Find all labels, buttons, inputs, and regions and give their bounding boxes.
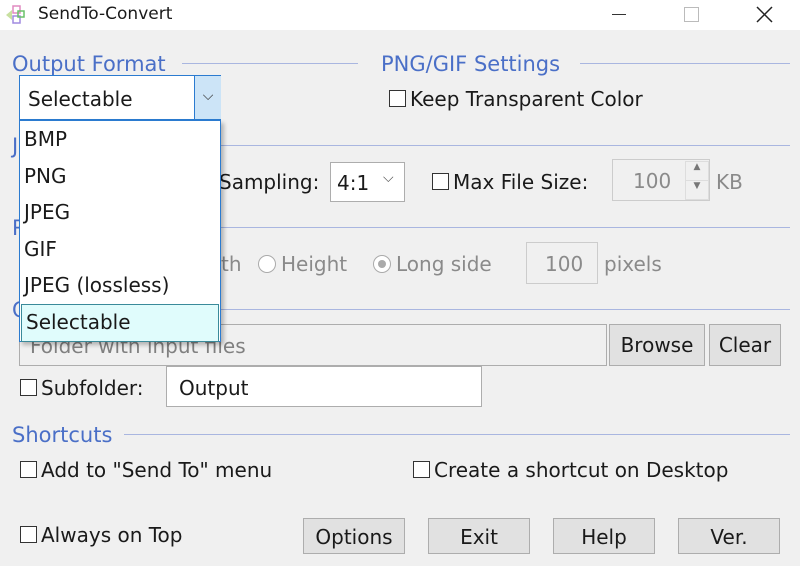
window-title: SendTo-Convert	[38, 4, 173, 24]
checkbox-label: Subfolder:	[41, 376, 144, 400]
divider	[220, 145, 790, 146]
option-selectable[interactable]: Selectable	[21, 303, 219, 342]
option-jpeg[interactable]: JPEG	[20, 194, 220, 231]
divider	[580, 63, 790, 64]
spinner-value: 100	[633, 169, 672, 193]
output-format-select[interactable]: Selectable ⌵	[19, 75, 221, 120]
divider	[220, 227, 790, 228]
checkbox-label: Create a shortcut on Desktop	[434, 458, 729, 482]
option-jpeg-lossless[interactable]: JPEG (lossless)	[20, 267, 220, 304]
options-button[interactable]: Options	[303, 518, 405, 554]
output-format-label: Output Format	[12, 52, 166, 76]
max-file-size-spinner: 100 ▲ ▼	[612, 159, 710, 201]
selected-value: Selectable	[28, 87, 133, 111]
sampling-value: 4:1	[337, 171, 370, 195]
browse-button[interactable]: Browse	[609, 324, 705, 366]
checkbox-icon[interactable]	[432, 173, 449, 190]
chevron-down-icon: ⌵	[383, 170, 394, 186]
kb-unit: KB	[716, 170, 743, 194]
option-gif[interactable]: GIF	[20, 231, 220, 268]
jpeg-group-label: J	[12, 134, 19, 158]
clear-button[interactable]: Clear	[709, 324, 781, 366]
minimize-icon[interactable]	[612, 14, 626, 15]
option-png[interactable]: PNG	[20, 158, 220, 195]
resize-value-input: 100	[526, 242, 598, 284]
radio-label: Height	[281, 252, 348, 276]
checkbox-icon[interactable]	[20, 461, 37, 478]
subfolder-input[interactable]: Output	[166, 366, 482, 407]
height-radio: Height	[258, 252, 347, 276]
chevron-down-icon[interactable]: ⌵	[194, 76, 221, 119]
help-button[interactable]: Help	[553, 518, 655, 554]
app-icon	[6, 5, 25, 24]
sampling-label: Sampling:	[219, 170, 320, 194]
checkbox-icon[interactable]	[389, 90, 406, 107]
divider	[124, 434, 790, 435]
option-bmp[interactable]: BMP	[20, 121, 220, 158]
resize-value: 100	[545, 252, 584, 276]
checkbox-label: Add to "Send To" menu	[41, 458, 273, 482]
keep-transparent-checkbox[interactable]: Keep Transparent Color	[389, 87, 643, 111]
sampling-select[interactable]: 4:1 ⌵	[330, 162, 405, 202]
checkbox-icon[interactable]	[20, 526, 37, 543]
checkbox-label: Keep Transparent Color	[410, 87, 643, 111]
long-side-radio: Long side	[373, 252, 492, 276]
checkbox-label: Max File Size:	[453, 170, 589, 194]
desktop-shortcut-checkbox[interactable]: Create a shortcut on Desktop	[413, 458, 728, 482]
close-icon[interactable]	[756, 6, 773, 23]
version-button[interactable]: Ver.	[678, 518, 780, 554]
subfolder-checkbox[interactable]: Subfolder:	[20, 376, 144, 400]
subfolder-value: Output	[179, 376, 249, 400]
pixels-unit: pixels	[604, 252, 662, 276]
exit-button[interactable]: Exit	[428, 518, 530, 554]
divider	[220, 309, 790, 310]
checkbox-icon[interactable]	[20, 379, 37, 396]
spin-up-icon: ▲	[685, 161, 709, 181]
send-to-checkbox[interactable]: Add to "Send To" menu	[20, 458, 272, 482]
maximize-icon[interactable]	[684, 7, 699, 22]
output-format-dropdown-list: BMP PNG JPEG GIF JPEG (lossless) Selecta…	[19, 120, 221, 342]
checkbox-label: Always on Top	[41, 523, 183, 547]
title-bar: SendTo-Convert	[0, 0, 800, 30]
checkbox-icon[interactable]	[413, 461, 430, 478]
always-on-top-checkbox[interactable]: Always on Top	[20, 523, 182, 547]
spin-down-icon: ▼	[685, 180, 709, 200]
radio-icon	[258, 255, 276, 273]
shortcuts-label: Shortcuts	[12, 423, 113, 447]
max-file-size-checkbox[interactable]: Max File Size:	[432, 170, 588, 194]
png-gif-settings-label: PNG/GIF Settings	[381, 52, 561, 76]
radio-label: Long side	[396, 252, 492, 276]
divider	[182, 63, 358, 64]
radio-icon	[373, 255, 391, 273]
width-radio-label: th	[221, 252, 242, 276]
